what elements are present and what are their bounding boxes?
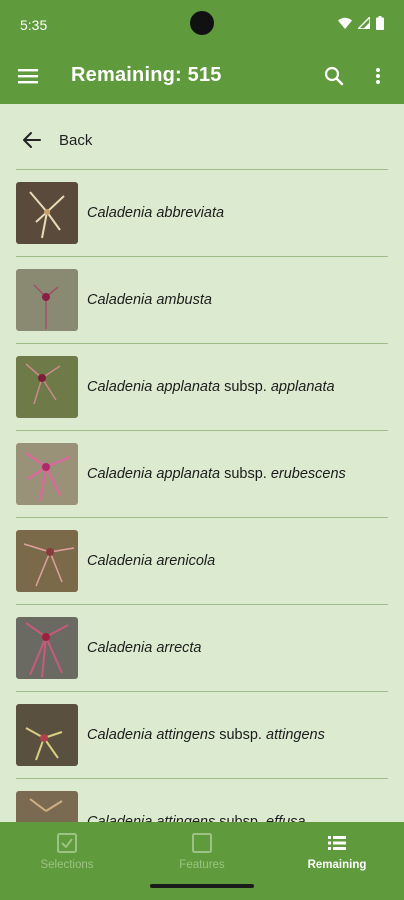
status-icons	[338, 16, 384, 30]
menu-button[interactable]	[14, 62, 42, 90]
search-button[interactable]	[322, 64, 346, 88]
orchid-thumbnail	[16, 182, 78, 244]
species-name: Caladenia attingens subsp. effusa	[87, 814, 306, 822]
orchid-thumbnail	[16, 269, 78, 331]
species-name: Caladenia applanata subsp. erubescens	[87, 466, 346, 482]
orchid-thumbnail	[16, 704, 78, 766]
nav-selections[interactable]: Selections	[0, 832, 134, 876]
square-outline-icon	[192, 833, 212, 853]
search-icon	[324, 66, 344, 86]
list-item[interactable]: Caladenia arenicola	[16, 517, 388, 604]
orchid-thumbnail	[16, 356, 78, 418]
page-title: Remaining: 515	[71, 64, 222, 86]
back-label: Back	[59, 131, 93, 149]
nav-label-selections: Selections	[40, 859, 94, 871]
hamburger-menu-icon	[18, 69, 38, 84]
wifi-icon	[338, 17, 352, 29]
more-vert-icon	[376, 68, 380, 84]
orchid-thumbnail	[16, 530, 78, 592]
species-name: Caladenia arrecta	[87, 640, 202, 656]
list-item[interactable]: Caladenia applanata subsp. applanata	[16, 343, 388, 430]
nav-label-remaining: Remaining	[307, 859, 367, 871]
list-item[interactable]: Caladenia ambusta	[16, 256, 388, 343]
status-bar: 5:35	[0, 0, 404, 48]
battery-icon	[376, 16, 384, 30]
list-item[interactable]: Caladenia attingens subsp. attingens	[16, 691, 388, 778]
species-name: Caladenia attingens subsp. attingens	[87, 727, 325, 743]
checkbox-icon	[57, 833, 77, 853]
app-bar: Remaining: 515	[0, 48, 404, 104]
species-name: Caladenia abbreviata	[87, 205, 225, 221]
nav-features[interactable]: Features	[135, 832, 269, 876]
back-button[interactable]: Back	[16, 118, 388, 162]
nav-remaining[interactable]: Remaining	[270, 832, 404, 876]
nav-label-features: Features	[179, 859, 225, 871]
gesture-handle	[150, 884, 254, 888]
species-name: Caladenia applanata subsp. applanata	[87, 379, 335, 395]
camera-cutout	[190, 11, 214, 35]
orchid-thumbnail	[16, 617, 78, 679]
list-item[interactable]: Caladenia attingens subsp. effusa	[16, 778, 388, 822]
species-name: Caladenia arenicola	[87, 553, 216, 569]
list-item[interactable]: Caladenia arrecta	[16, 604, 388, 691]
orchid-thumbnail	[16, 791, 78, 822]
species-name: Caladenia ambusta	[87, 292, 212, 308]
signal-icon	[358, 17, 370, 29]
list-item[interactable]: Caladenia applanata subsp. erubescens	[16, 430, 388, 517]
list-item[interactable]: Caladenia abbreviata	[16, 169, 388, 256]
species-list[interactable]: Caladenia abbreviata Caladenia ambusta C…	[16, 169, 388, 822]
list-icon	[328, 836, 346, 850]
bottom-navigation: Selections Features Remaining	[0, 822, 404, 900]
status-time: 5:35	[20, 17, 48, 33]
arrow-back-icon	[23, 132, 41, 148]
more-options-button[interactable]	[366, 64, 390, 88]
orchid-thumbnail	[16, 443, 78, 505]
